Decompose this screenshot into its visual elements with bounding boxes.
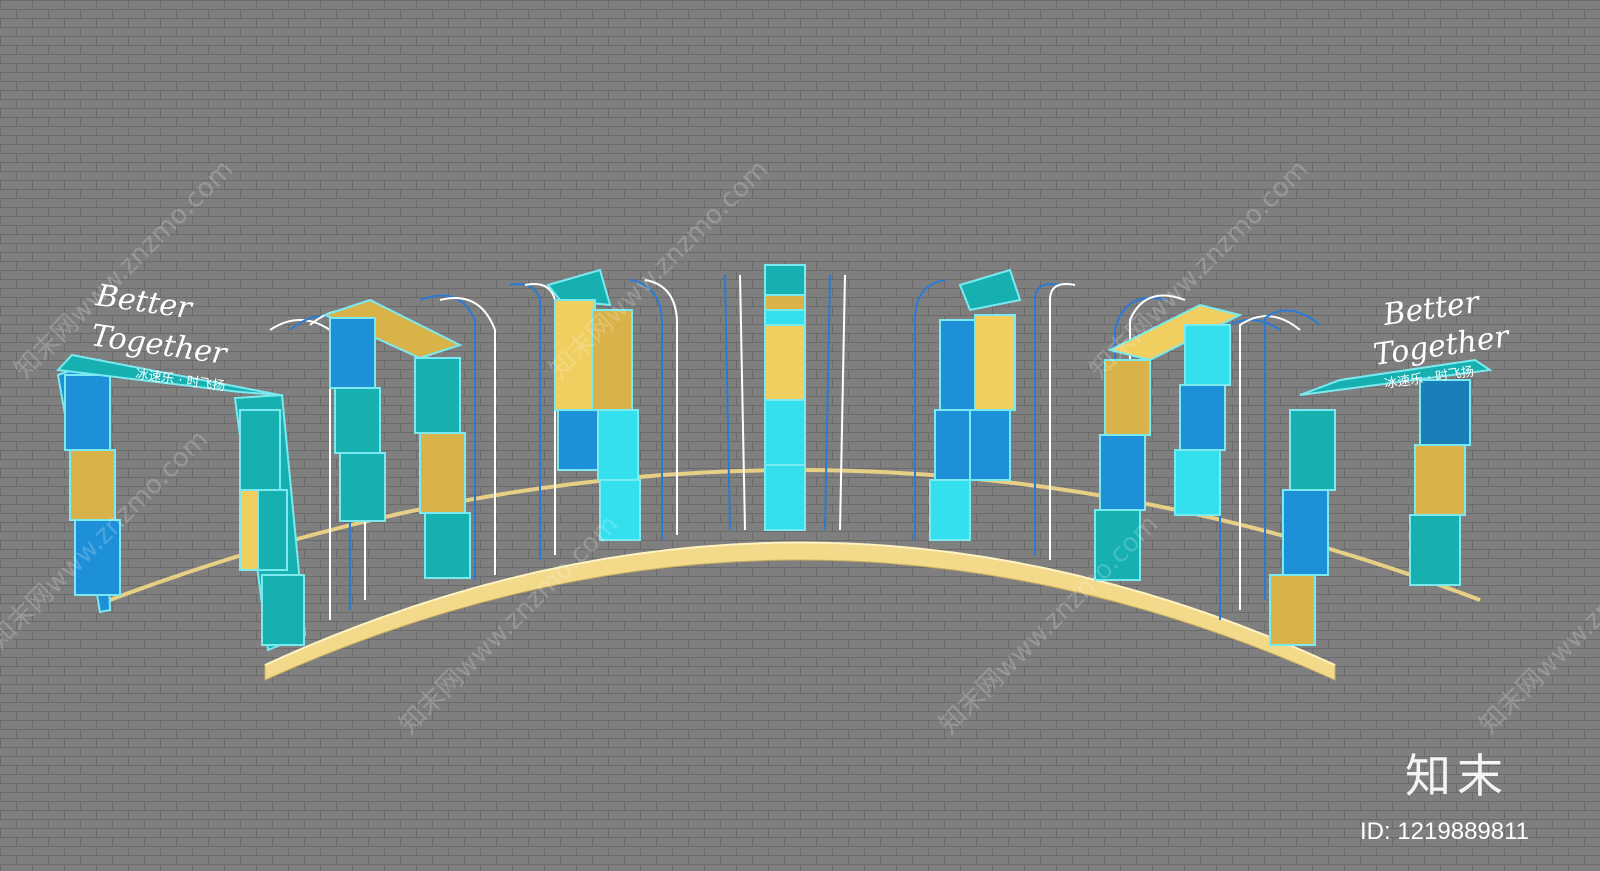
image-id: ID: 1219889811	[1360, 818, 1530, 845]
center-column	[764, 264, 806, 531]
brand-logo: 知末	[1405, 749, 1509, 803]
installation-render: Better Together 冰速乐 · 时飞扬 Better Togethe…	[0, 0, 1600, 871]
